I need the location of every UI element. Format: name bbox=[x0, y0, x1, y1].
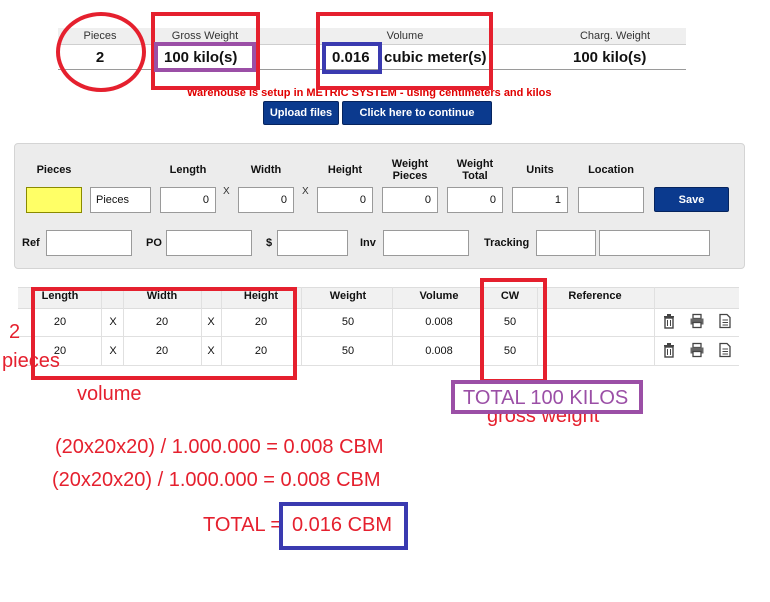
row1-weight: 50 bbox=[341, 316, 355, 328]
units-input[interactable]: 1 bbox=[512, 187, 568, 213]
printer-icon[interactable] bbox=[689, 342, 705, 358]
annotation-gross-weight-value-box bbox=[154, 42, 256, 72]
annotation-volume-number-box bbox=[322, 42, 382, 74]
form-x-separator-1: X bbox=[223, 186, 230, 197]
ref-input[interactable] bbox=[46, 230, 132, 256]
printer-icon[interactable] bbox=[689, 313, 705, 329]
row1-volume: 0.008 bbox=[425, 316, 453, 328]
form-label-pieces: Pieces bbox=[36, 164, 72, 176]
save-button[interactable]: Save bbox=[654, 187, 729, 212]
form-label-location: Location bbox=[588, 164, 634, 176]
col-header-reference: Reference bbox=[568, 290, 622, 302]
col-divider bbox=[301, 287, 302, 365]
po-input[interactable] bbox=[166, 230, 252, 256]
col-divider bbox=[392, 287, 393, 365]
inv-input[interactable] bbox=[383, 230, 469, 256]
annotation-total-cbm-prefix: TOTAL = bbox=[203, 514, 283, 536]
form-label-width: Width bbox=[250, 164, 282, 176]
continue-button[interactable]: Click here to continue bbox=[342, 101, 492, 125]
annotation-two-number: 2 bbox=[9, 321, 21, 343]
annotation-total-kilos: TOTAL 100 KILOS bbox=[463, 387, 629, 409]
form-label-weight-pieces: Weight Pieces bbox=[391, 158, 429, 182]
form-label-weight-total: Weight Total bbox=[456, 158, 494, 182]
annotation-pieces-word: pieces bbox=[2, 350, 60, 372]
annotation-formula-2: (20x20x20) / 1.000.000 = 0.008 CBM bbox=[52, 469, 381, 491]
length-input[interactable]: 0 bbox=[160, 187, 216, 213]
pieces-input[interactable] bbox=[26, 187, 82, 213]
annotation-formula-1: (20x20x20) / 1.000.000 = 0.008 CBM bbox=[55, 436, 384, 458]
form-label-tracking: Tracking bbox=[484, 237, 530, 249]
form-label-height: Height bbox=[327, 164, 363, 176]
dollar-input[interactable] bbox=[277, 230, 348, 256]
row2-volume: 0.008 bbox=[425, 345, 453, 357]
width-input[interactable]: 0 bbox=[238, 187, 294, 213]
form-label-length: Length bbox=[169, 164, 207, 176]
form-label-units: Units bbox=[526, 164, 554, 176]
row2-weight: 50 bbox=[341, 345, 355, 357]
form-label-dollar: $ bbox=[266, 237, 273, 249]
col-header-weight: Weight bbox=[329, 290, 367, 302]
summary-charg-weight-value: 100 kilo(s) bbox=[573, 49, 647, 66]
location-input[interactable] bbox=[578, 187, 644, 213]
annotation-pieces-circle bbox=[56, 12, 146, 92]
pieces-type-select[interactable]: Pieces bbox=[90, 187, 151, 213]
upload-files-button[interactable]: Upload files bbox=[263, 101, 339, 125]
tracking-input[interactable] bbox=[536, 230, 596, 256]
trash-icon[interactable] bbox=[661, 342, 677, 358]
summary-charg-weight-label: Charg. Weight bbox=[579, 30, 651, 42]
annotation-total-cbm-value: 0.016 CBM bbox=[292, 514, 393, 536]
document-icon[interactable] bbox=[717, 313, 733, 329]
form-label-po: PO bbox=[146, 237, 162, 249]
document-icon[interactable] bbox=[717, 342, 733, 358]
height-input[interactable]: 0 bbox=[317, 187, 373, 213]
weight-pieces-input[interactable]: 0 bbox=[382, 187, 438, 213]
annotation-dimensions-box bbox=[31, 287, 297, 380]
col-divider bbox=[654, 287, 655, 365]
col-header-volume: Volume bbox=[419, 290, 459, 302]
form-x-separator-2: X bbox=[302, 186, 309, 197]
form-label-ref: Ref bbox=[22, 237, 40, 249]
form-label-inv: Inv bbox=[360, 237, 376, 249]
annotation-cw-box bbox=[480, 278, 547, 383]
weight-total-input[interactable]: 0 bbox=[447, 187, 503, 213]
trash-icon[interactable] bbox=[661, 313, 677, 329]
annotation-volume-word: volume bbox=[77, 383, 142, 405]
tracking-input-2[interactable] bbox=[599, 230, 710, 256]
